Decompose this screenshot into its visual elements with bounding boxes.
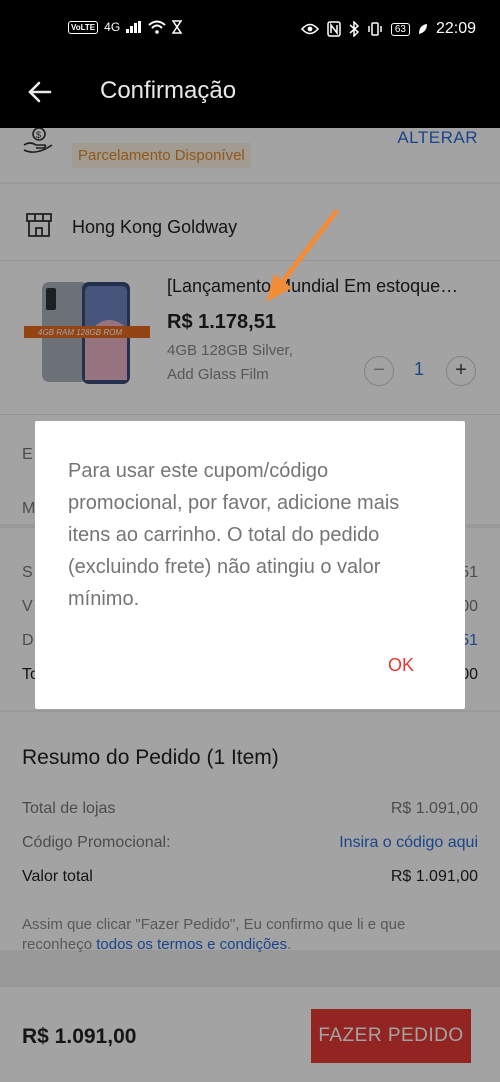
- back-button[interactable]: [22, 74, 58, 110]
- nfc-icon: [327, 21, 341, 37]
- vibrate-icon: [368, 22, 382, 36]
- status-left: VoLTE 4G: [68, 20, 183, 34]
- back-arrow-icon: [28, 81, 52, 103]
- status-bar: VoLTE 4G 63 22:09: [0, 0, 500, 60]
- status-right: 63 22:09: [300, 20, 476, 38]
- dialog-message: Para usar este cupom/código promocional,…: [68, 460, 400, 610]
- app-bar: Confirmação: [0, 60, 500, 128]
- signal-icon: [126, 21, 142, 33]
- leaf-icon: [418, 24, 427, 34]
- volte-icon: VoLTE: [68, 20, 99, 34]
- hourglass-icon: [172, 20, 183, 34]
- promo-code-dialog: Para usar este cupom/código promocional,…: [35, 421, 465, 709]
- network-type: 4G: [104, 20, 121, 34]
- wifi-icon: [148, 20, 166, 34]
- eye-icon: [300, 23, 319, 35]
- battery-indicator: 63: [390, 22, 410, 36]
- page-title: Confirmação: [100, 77, 237, 104]
- clock: 22:09: [435, 20, 476, 37]
- bluetooth-icon: [349, 21, 359, 37]
- annotation-arrow: [266, 209, 339, 302]
- ok-button[interactable]: OK: [375, 647, 427, 683]
